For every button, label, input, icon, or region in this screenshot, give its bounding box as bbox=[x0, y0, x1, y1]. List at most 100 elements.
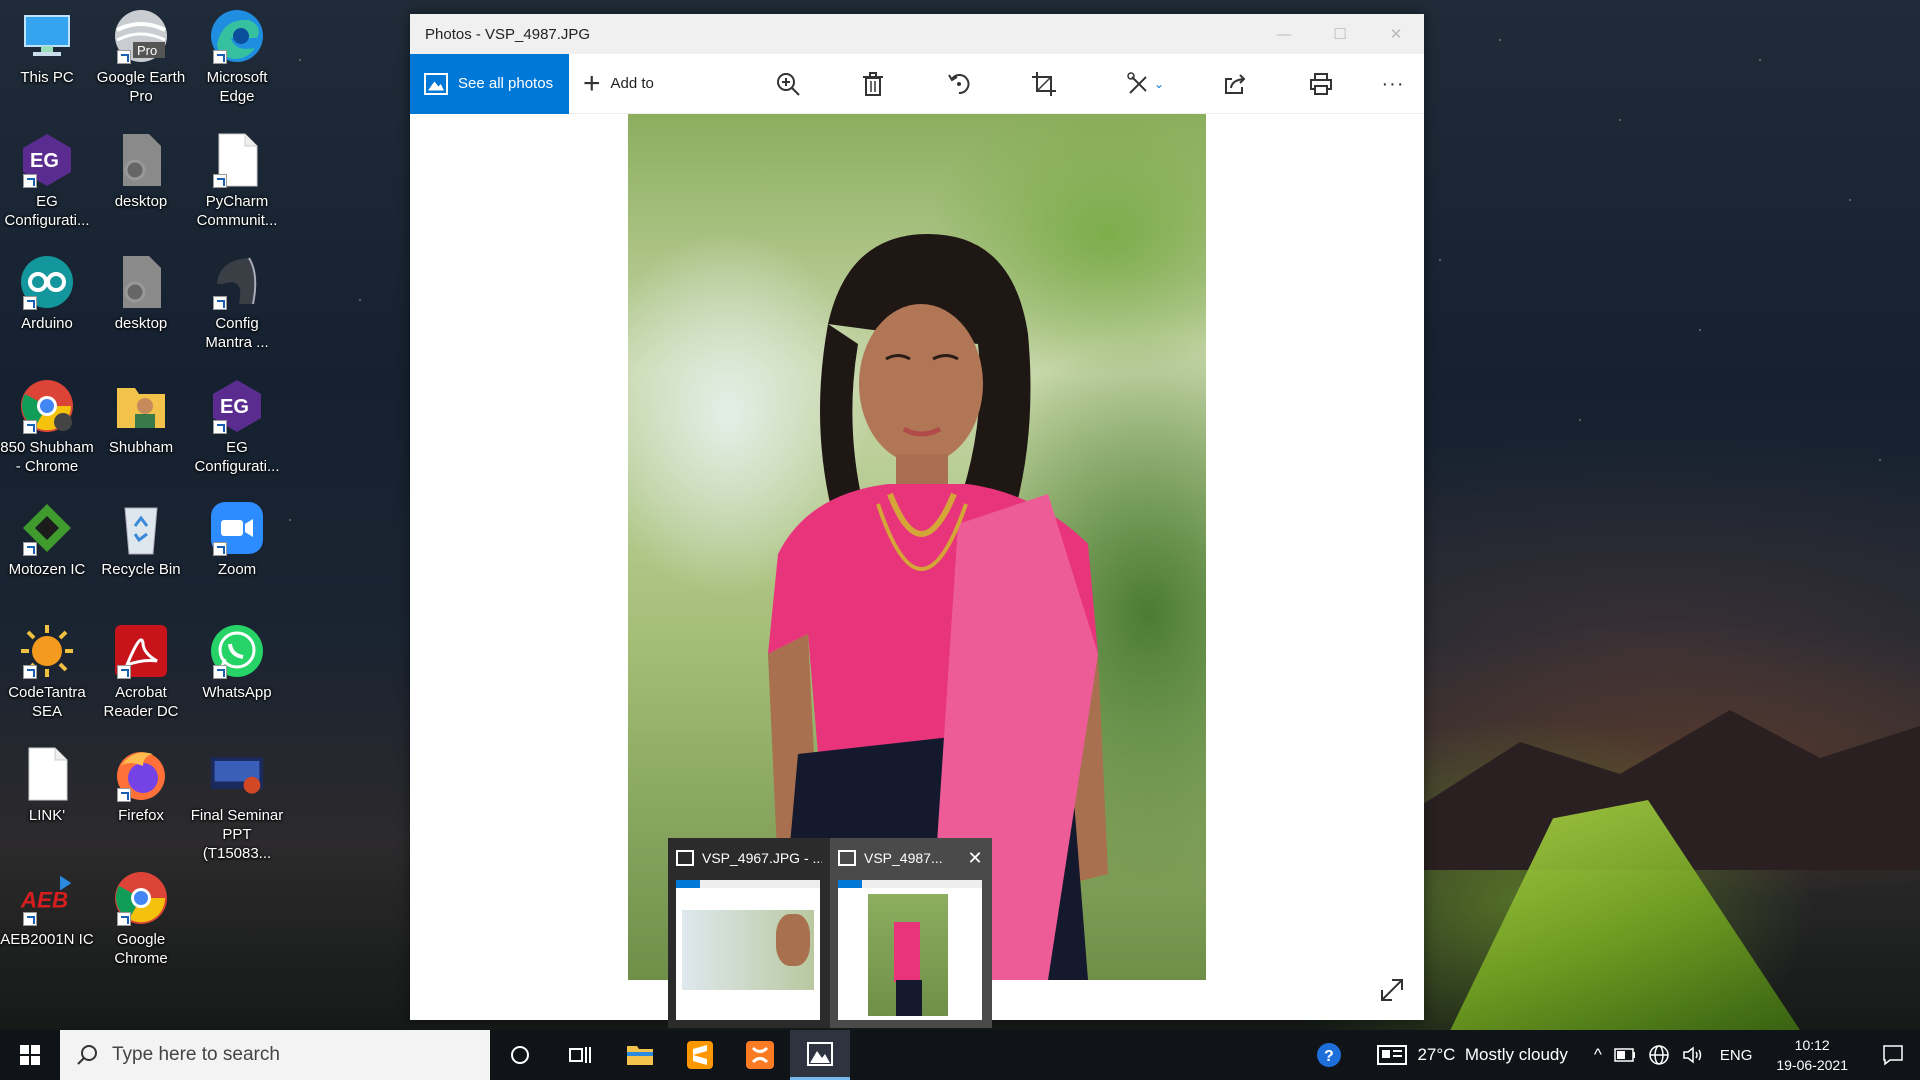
desktop-icon-final-seminar-ppt[interactable]: Final Seminar PPT (T15083... bbox=[190, 746, 284, 863]
delete-button[interactable] bbox=[855, 66, 891, 102]
aeb-logo-icon: AEB bbox=[19, 870, 75, 926]
chrome-icon bbox=[113, 870, 169, 926]
volume-button[interactable] bbox=[1676, 1045, 1710, 1065]
more-options-button[interactable]: ··· bbox=[1375, 66, 1411, 102]
xampp-icon bbox=[746, 1041, 774, 1069]
eg-badge: EG bbox=[30, 150, 59, 172]
share-button[interactable] bbox=[1217, 66, 1253, 102]
thumbnail-preview bbox=[676, 880, 820, 1020]
desktop-icon-recycle-bin[interactable]: Recycle Bin bbox=[94, 500, 188, 579]
zoom-in-icon bbox=[777, 73, 800, 96]
desktop-icon-acrobat-reader[interactable]: Acrobat Reader DC bbox=[94, 623, 188, 721]
thumbnail-window-2[interactable]: VSP_4987... ✕ bbox=[830, 838, 992, 1028]
close-button[interactable]: ✕ bbox=[1368, 14, 1424, 54]
taskbar-search-box[interactable]: Type here to search bbox=[60, 1030, 490, 1080]
desktop-icon-microsoft-edge[interactable]: Microsoft Edge bbox=[190, 8, 284, 106]
clock[interactable]: 10:12 19-06-2021 bbox=[1758, 1035, 1866, 1075]
xampp-button[interactable] bbox=[730, 1030, 790, 1080]
news-icon bbox=[1377, 1045, 1408, 1065]
show-hidden-icons-button[interactable]: ^ bbox=[1574, 1045, 1608, 1065]
desktop-icon-aeb2001n-ic[interactable]: AEB AEB2001N IC bbox=[0, 870, 94, 949]
arduino-icon bbox=[19, 254, 75, 310]
monitor-icon bbox=[19, 8, 75, 64]
window-title: Photos - VSP_4987.JPG bbox=[425, 25, 591, 43]
desktop-icon-shubham-folder[interactable]: Shubham bbox=[94, 378, 188, 457]
speaker-icon bbox=[1683, 1046, 1702, 1064]
desktop-icon-850-shubham-chrome[interactable]: 850 Shubham - Chrome bbox=[0, 378, 94, 476]
desktop-icon-this-pc[interactable]: This PC bbox=[0, 8, 94, 87]
add-to-button[interactable]: + Add to bbox=[583, 66, 654, 100]
chevron-down-icon: ⌄ bbox=[1153, 77, 1165, 91]
zoom-in-button[interactable] bbox=[770, 66, 806, 102]
see-all-photos-label: See all photos bbox=[458, 75, 554, 92]
maximize-button[interactable]: ☐ bbox=[1312, 14, 1368, 54]
window-titlebar[interactable]: Photos - VSP_4987.JPG — ☐ ✕ bbox=[410, 14, 1424, 54]
whatsapp-icon bbox=[209, 623, 265, 679]
print-button[interactable] bbox=[1303, 66, 1339, 102]
photos-app-icon bbox=[807, 1041, 833, 1066]
cortana-button[interactable] bbox=[490, 1030, 550, 1080]
see-all-photos-button[interactable]: See all photos bbox=[410, 53, 569, 114]
earth-pro-badge: Pro bbox=[137, 43, 157, 58]
thumbnail-window-1[interactable]: VSP_4967.JPG - ... bbox=[668, 838, 830, 1028]
minimize-button[interactable]: — bbox=[1256, 14, 1312, 54]
desktop-icon-google-chrome[interactable]: Google Chrome bbox=[94, 870, 188, 968]
search-icon bbox=[77, 1045, 97, 1065]
taskbar-thumbnail-popup: VSP_4967.JPG - ... VSP_4987... ✕ bbox=[668, 838, 992, 1028]
desktop-icon-eg-configuration-2[interactable]: EG EG Configurati... bbox=[190, 378, 284, 476]
recycle-bin-icon bbox=[113, 500, 169, 556]
network-button[interactable] bbox=[1642, 1044, 1676, 1066]
start-button[interactable] bbox=[0, 1030, 60, 1080]
desktop-icon-google-earth-pro[interactable]: Pro Google Earth Pro bbox=[94, 8, 188, 106]
motozen-icon bbox=[19, 500, 75, 556]
language-indicator[interactable]: ENG bbox=[1710, 1047, 1759, 1064]
globe-network-icon bbox=[1649, 1045, 1669, 1065]
desktop-icon-firefox[interactable]: Firefox bbox=[94, 746, 188, 825]
search-placeholder: Type here to search bbox=[112, 1044, 280, 1065]
file-explorer-button[interactable] bbox=[610, 1030, 670, 1080]
rotate-button[interactable] bbox=[941, 66, 977, 102]
printer-icon bbox=[1310, 73, 1332, 95]
desktop-icon-codetantra-sea[interactable]: CodeTantra SEA bbox=[0, 623, 94, 721]
desktop-icon-zoom[interactable]: Zoom bbox=[190, 500, 284, 579]
edit-tools-icon bbox=[1127, 72, 1147, 94]
thumbnail-title: VSP_4967.JPG - ... bbox=[702, 850, 822, 866]
desktop-icon-link-file[interactable]: LINK' bbox=[0, 746, 94, 825]
desktop-icon-desktop-ini[interactable]: desktop bbox=[94, 132, 188, 211]
shortcut-arrow-icon bbox=[213, 50, 227, 64]
desktop-icon-desktop-ini-2[interactable]: desktop bbox=[94, 254, 188, 333]
sublime-text-button[interactable] bbox=[670, 1030, 730, 1080]
cortana-circle-icon bbox=[511, 1046, 529, 1064]
eg-logo-icon: EG bbox=[19, 132, 75, 188]
eg-logo-icon: EG bbox=[209, 378, 265, 434]
desktop-icon-whatsapp[interactable]: WhatsApp bbox=[190, 623, 284, 702]
help-button[interactable]: ? bbox=[1309, 1041, 1349, 1069]
thumbnail-close-icon[interactable]: ✕ bbox=[966, 848, 984, 869]
sublime-text-icon bbox=[687, 1041, 713, 1069]
firefox-icon bbox=[113, 746, 169, 802]
trash-icon bbox=[863, 72, 883, 96]
photos-taskbar-button[interactable] bbox=[790, 1030, 850, 1080]
action-center-button[interactable] bbox=[1866, 1044, 1920, 1066]
fullscreen-expand-icon[interactable] bbox=[1378, 976, 1406, 1004]
system-tray: ? 27°C Mostly cloudy ^ ENG 10:12 19-06-2… bbox=[1309, 1030, 1920, 1080]
desktop-icon-pycharm[interactable]: PyCharm Communit... bbox=[190, 132, 284, 230]
battery-button[interactable] bbox=[1608, 1048, 1642, 1062]
share-icon bbox=[1225, 74, 1246, 94]
desktop-icon-arduino[interactable]: Arduino bbox=[0, 254, 94, 333]
settings-file-icon bbox=[113, 254, 169, 310]
task-view-icon bbox=[569, 1047, 591, 1063]
desktop-icon-eg-configuration[interactable]: EG EG Configurati... bbox=[0, 132, 94, 230]
desktop-icon-config-mantra[interactable]: Config Mantra ... bbox=[190, 254, 284, 352]
shortcut-arrow-icon bbox=[117, 788, 131, 802]
folder-icon bbox=[627, 1046, 653, 1065]
crop-button[interactable] bbox=[1026, 66, 1062, 102]
weather-text: 27°C Mostly cloudy bbox=[1417, 1045, 1568, 1064]
weather-widget[interactable]: 27°C Mostly cloudy bbox=[1349, 1044, 1573, 1066]
powerpoint-file-icon bbox=[209, 746, 265, 802]
edit-create-button[interactable]: ⌄ bbox=[1120, 66, 1170, 102]
desktop-icon-motozen-ic[interactable]: Motozen IC bbox=[0, 500, 94, 579]
plus-icon: + bbox=[583, 66, 601, 100]
task-view-button[interactable] bbox=[550, 1030, 610, 1080]
shortcut-arrow-icon bbox=[23, 912, 37, 926]
